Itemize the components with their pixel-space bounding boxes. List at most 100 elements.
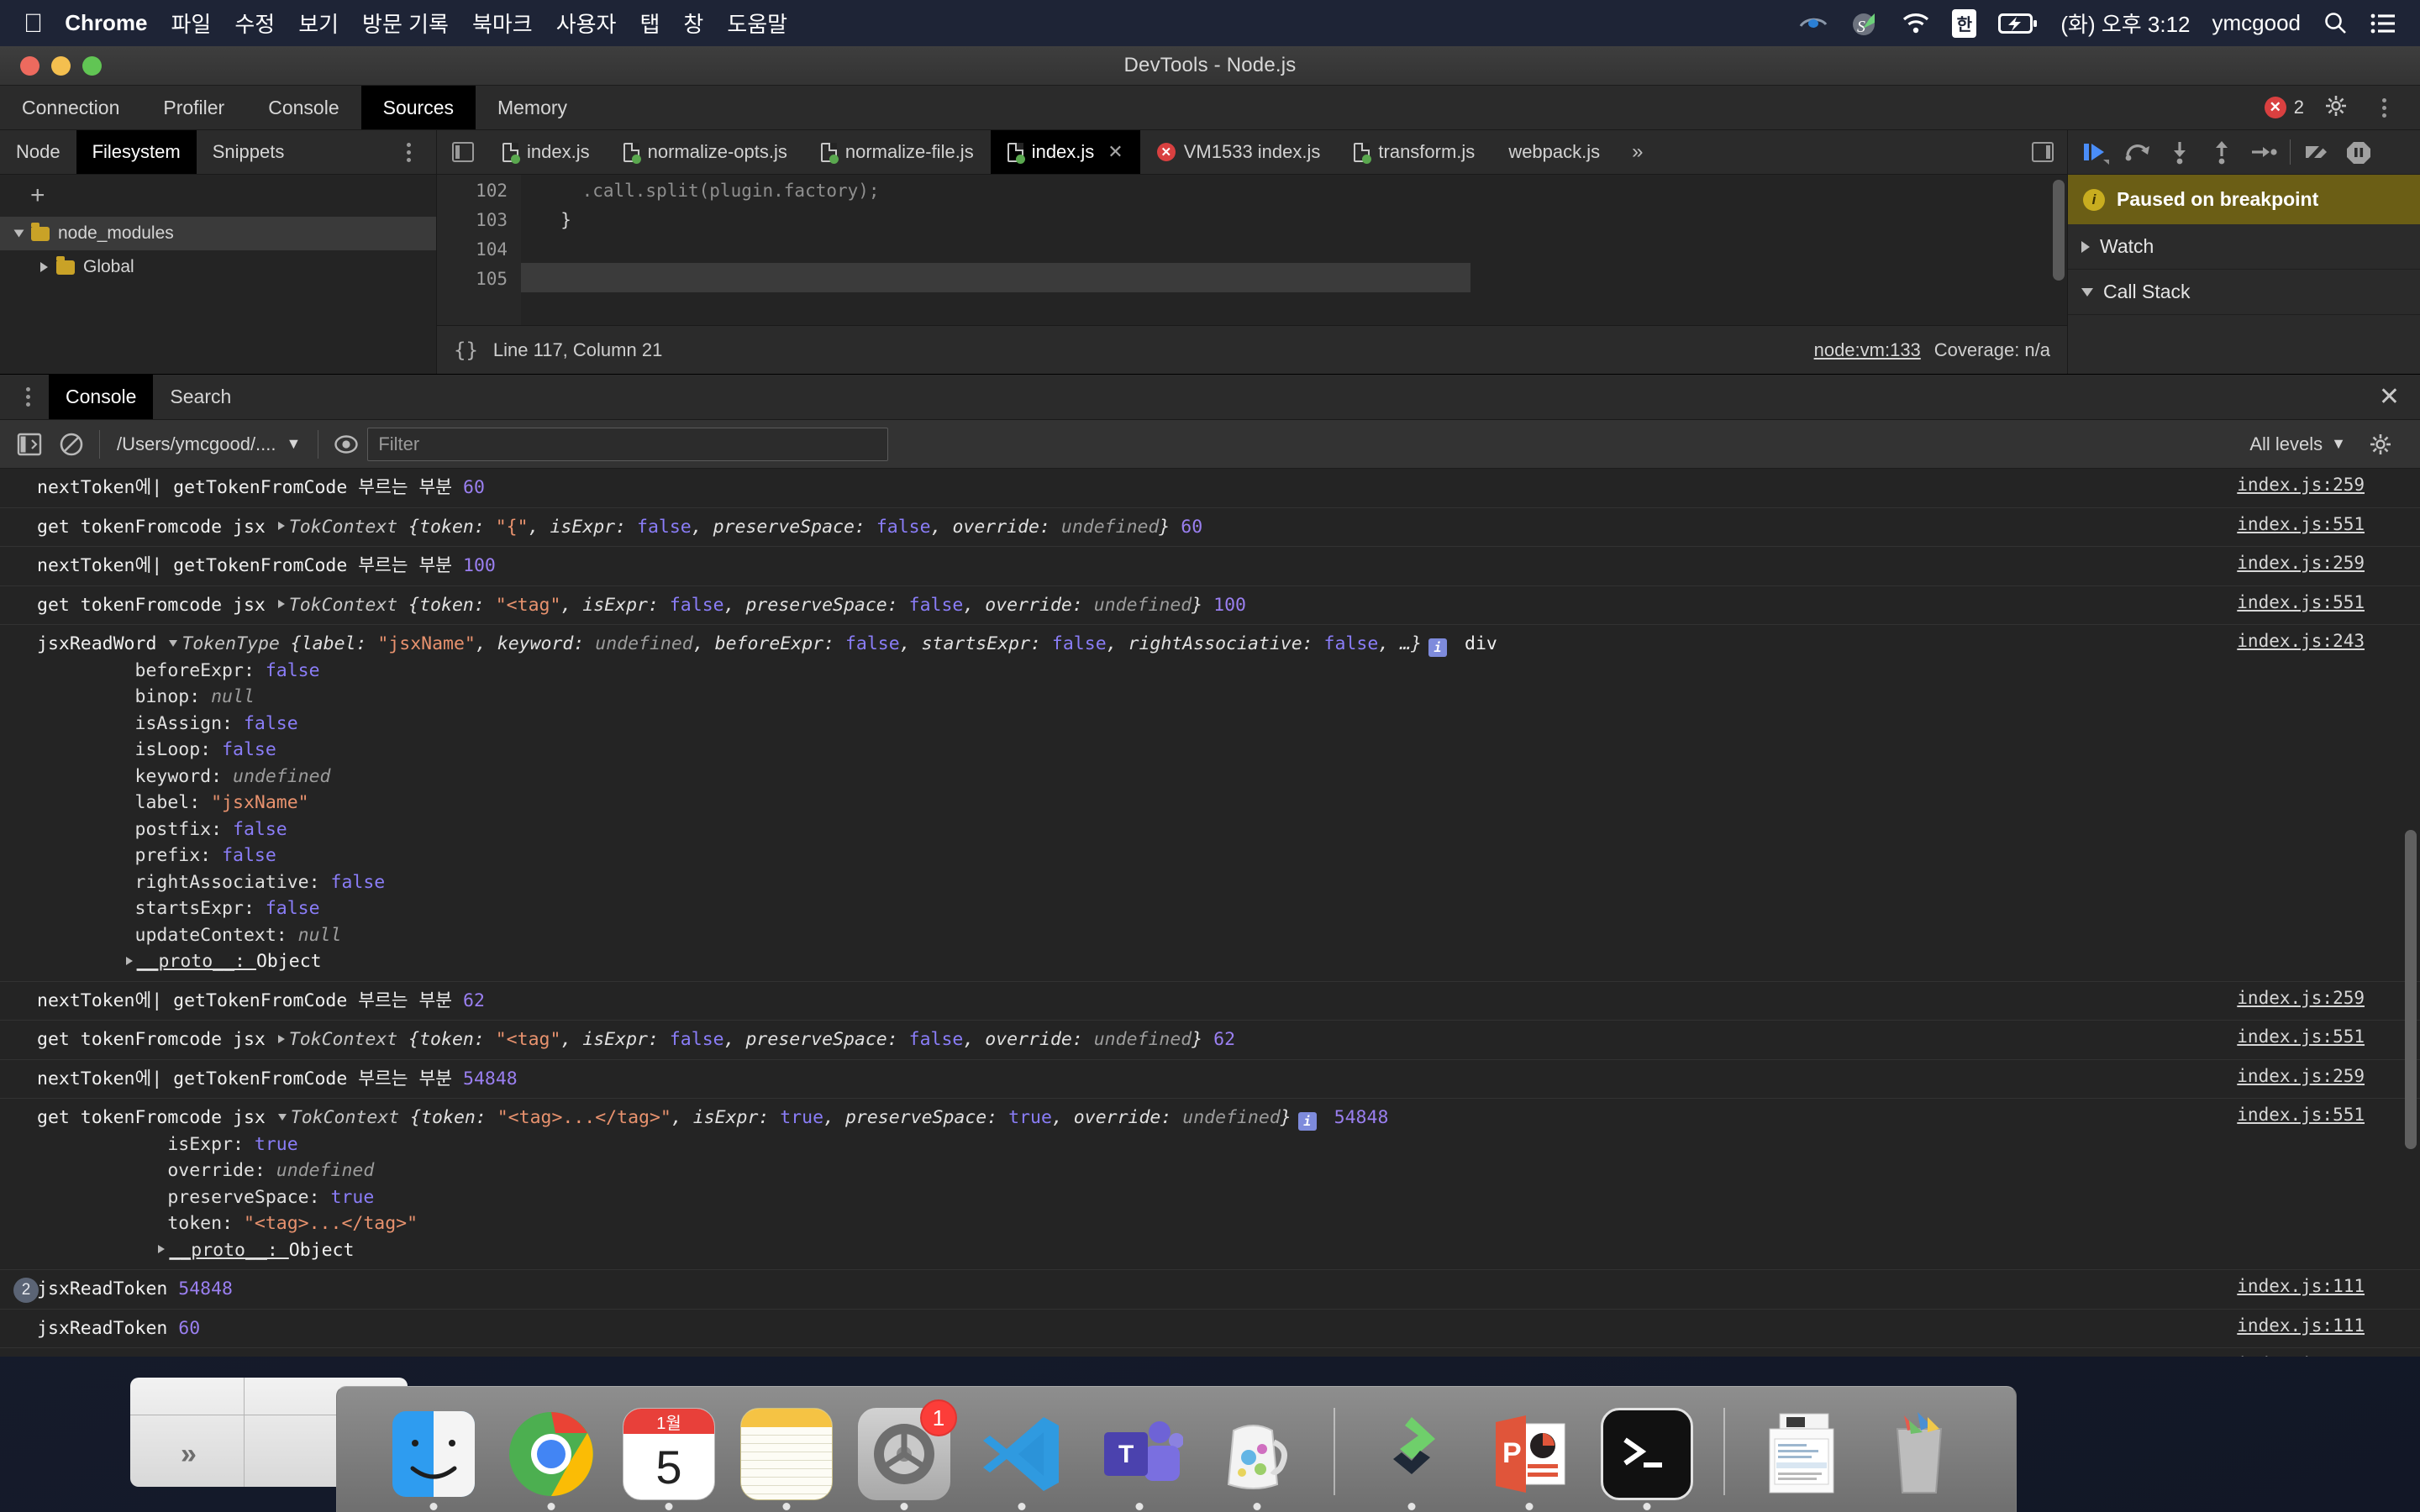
tab-profiler[interactable]: Profiler: [141, 86, 246, 129]
file-tab-index-js-active[interactable]: index.js ✕: [990, 130, 1140, 174]
console-message-list[interactable]: nextToken에| getTokenFromCode 부르는 부분 60 in…: [0, 469, 2420, 1357]
menu-item-history[interactable]: 방문 기록: [362, 8, 449, 39]
console-source-link[interactable]: index.js:551: [2237, 1105, 2420, 1125]
tab-console[interactable]: Console: [246, 86, 360, 129]
stock-app-icon[interactable]: S: [1849, 8, 1880, 39]
console-message[interactable]: nextToken에| getTokenFromCode 부르는 부분 5484…: [0, 1060, 2420, 1099]
close-tab-icon[interactable]: ✕: [1107, 141, 1123, 163]
tree-item-global[interactable]: Global: [0, 250, 436, 284]
format-code-icon[interactable]: {}: [454, 339, 478, 362]
navigator-more-icon[interactable]: [392, 142, 424, 162]
step-into-icon[interactable]: [2159, 134, 2201, 171]
nav-tab-filesystem[interactable]: Filesystem: [76, 130, 197, 174]
drawer-tab-console[interactable]: Console: [49, 375, 154, 419]
more-tabs-icon[interactable]: »: [1617, 130, 1658, 174]
dock-item-sourcetree[interactable]: [1362, 1401, 1461, 1510]
nav-tab-snippets[interactable]: Snippets: [197, 130, 301, 174]
object-property-row[interactable]: rightAssociative: false: [37, 869, 2237, 896]
object-property-row[interactable]: prefix: false: [37, 843, 2237, 869]
execution-context-selector[interactable]: /Users/ymcgood/.... ▼: [107, 433, 311, 455]
source-origin-link[interactable]: node:vm:133: [1814, 339, 1921, 361]
chevron-right-icon[interactable]: [158, 1245, 166, 1253]
console-source-link[interactable]: index.js:551: [2237, 514, 2420, 534]
control-center-icon[interactable]: [2370, 13, 2396, 34]
console-message[interactable]: get tokenFromcode jsx TokContext {token:…: [0, 508, 2420, 547]
console-message[interactable]: nextToken에| getTokenFromCode 부르는 부분 100 i…: [0, 547, 2420, 586]
chevron-right-icon[interactable]: [277, 1034, 285, 1043]
chevron-down-icon[interactable]: [277, 1114, 287, 1121]
battery-icon[interactable]: [1998, 13, 2039, 34]
deactivate-breakpoints-icon[interactable]: [2296, 134, 2338, 171]
dock-item-visual-studio-code[interactable]: [972, 1401, 1071, 1510]
menu-item-window[interactable]: 창: [683, 8, 703, 39]
console-message[interactable]: get tokenFromcode jsx TokContext {token:…: [0, 586, 2420, 625]
console-message[interactable]: 2 jsxReadToken 54848 index.js:111: [0, 1270, 2420, 1310]
resume-icon[interactable]: [2075, 134, 2117, 171]
object-property-row[interactable]: startsExpr: false: [37, 895, 2237, 922]
menu-item-profiles[interactable]: 사용자: [556, 8, 617, 39]
menu-item-tab[interactable]: 탭: [639, 8, 660, 39]
console-message[interactable]: nextToken에| getTokenFromCode 부르는 부분 60in…: [0, 469, 2420, 508]
step-out-icon[interactable]: [2201, 134, 2243, 171]
chevron-right-icon[interactable]: [277, 600, 285, 608]
menu-user[interactable]: ymcgood: [2212, 10, 2302, 36]
search-icon[interactable]: [2323, 11, 2348, 36]
file-tab-webpack[interactable]: webpack.js: [1491, 130, 1617, 174]
dock-item-google-chrome[interactable]: [502, 1401, 601, 1510]
pause-on-exceptions-icon[interactable]: [2338, 134, 2380, 171]
chevron-right-icon[interactable]: [277, 522, 285, 530]
tree-item-node-modules[interactable]: node_modules: [0, 217, 436, 250]
chevron-right-icon[interactable]: [125, 956, 133, 965]
live-expression-icon[interactable]: [325, 426, 367, 463]
dock-item-calendar[interactable]: 1월 5: [619, 1401, 718, 1510]
apple-logo-icon[interactable]: : [24, 10, 43, 36]
dock-item-terminal[interactable]: [1597, 1401, 1697, 1510]
console-message[interactable]: jsxReadToken 60 index.js:111: [0, 1310, 2420, 1348]
dock-item-pitcher[interactable]: [1207, 1401, 1307, 1510]
code-editor[interactable]: 102 103 104 105 .call.split(plugin.facto…: [437, 175, 2067, 325]
object-property-row[interactable]: isLoop: false: [37, 737, 2237, 764]
menu-item-view[interactable]: 보기: [298, 8, 339, 39]
object-property-row[interactable]: keyword: undefined: [37, 764, 2237, 790]
object-property-row[interactable]: label: "jsxName": [37, 790, 2237, 816]
console-source-link[interactable]: index.js:259: [2237, 1066, 2420, 1086]
console-source-link[interactable]: index.js:111: [2237, 1315, 2420, 1336]
gear-icon[interactable]: [2324, 94, 2348, 122]
chevron-down-icon[interactable]: [169, 640, 178, 647]
console-message[interactable]: nextToken에| getTokenFromCode 부르는 부분 62 in…: [0, 982, 2420, 1021]
object-property-row[interactable]: isExpr: true: [37, 1131, 2237, 1158]
log-level-selector[interactable]: All levels ▼: [2249, 433, 2360, 455]
file-tab-vm1533[interactable]: ✕ VM1533 index.js: [1140, 130, 1338, 174]
console-settings-gear-icon[interactable]: [2360, 426, 2402, 463]
menu-item-edit[interactable]: 수정: [234, 8, 275, 39]
console-source-link[interactable]: index.js:259: [2237, 475, 2420, 495]
toggle-debugger-button[interactable]: [2018, 130, 2067, 174]
console-message[interactable]: nextToken에| getTokenFromCode 부르는 부분 60in…: [0, 1348, 2420, 1357]
step-icon[interactable]: [2243, 134, 2285, 171]
menu-item-bookmarks[interactable]: 북마크: [472, 8, 533, 39]
console-source-link[interactable]: index.js:259: [2237, 1354, 2420, 1357]
menu-clock[interactable]: (화) 오후 3:12: [2060, 8, 2190, 39]
object-property-row[interactable]: __proto__: Object: [37, 1237, 2237, 1264]
object-property-row[interactable]: preserveSpace: true: [37, 1184, 2237, 1211]
console-filter-input[interactable]: Filter: [367, 427, 889, 461]
file-tab-normalize-opts[interactable]: normalize-opts.js: [607, 130, 804, 174]
code-text[interactable]: .call.split(plugin.factory); }: [521, 175, 2067, 325]
expand-chevron-icon[interactable]: »: [181, 1438, 197, 1471]
object-property-row[interactable]: updateContext: null: [37, 922, 2237, 949]
object-property-row[interactable]: __proto__: Object: [37, 948, 2237, 975]
nav-tab-node[interactable]: Node: [0, 130, 76, 174]
file-tab-normalize-file[interactable]: normalize-file.js: [804, 130, 991, 174]
console-message[interactable]: jsxReadWord TokenType {label: "jsxName",…: [0, 625, 2420, 982]
object-property-row[interactable]: beforeExpr: false: [37, 658, 2237, 685]
object-info-icon[interactable]: i: [1428, 638, 1448, 657]
editor-scrollbar[interactable]: [2053, 180, 2065, 281]
console-source-link[interactable]: index.js:551: [2237, 592, 2420, 612]
console-message[interactable]: get tokenFromcode jsx TokContext {token:…: [0, 1099, 2420, 1270]
menu-item-chrome[interactable]: Chrome: [65, 10, 147, 36]
console-source-link[interactable]: index.js:259: [2237, 553, 2420, 573]
add-folder-button[interactable]: +: [0, 175, 436, 217]
debugger-section-call-stack[interactable]: Call Stack: [2068, 270, 2420, 315]
drawer-tab-search[interactable]: Search: [153, 375, 248, 419]
drawer-more-icon[interactable]: [12, 375, 44, 419]
